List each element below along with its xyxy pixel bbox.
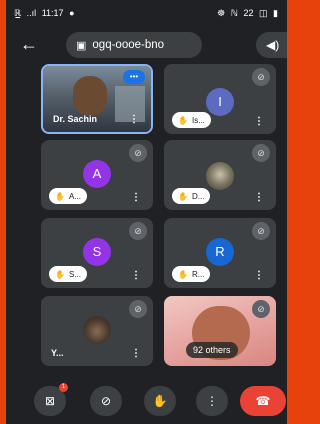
- more-vert-icon[interactable]: ⋮: [254, 116, 264, 127]
- avatar: A: [83, 160, 111, 188]
- sim-icon: ℝ̲: [14, 8, 22, 18]
- top-bar: ← ▣ ogq-oooe-bno ◀): [6, 30, 287, 58]
- participant-tile[interactable]: ⊘ ✋ D... ⋮: [164, 140, 276, 210]
- more-vert-icon[interactable]: ⋮: [254, 192, 264, 203]
- name-pill: ✋ D...: [172, 188, 211, 204]
- mic-off-icon: ⊘: [252, 68, 270, 86]
- end-call-icon: ☎: [255, 394, 271, 408]
- raise-hand-icon: ✋: [178, 269, 188, 279]
- mic-toggle-button[interactable]: ⊘: [90, 386, 122, 416]
- avatar: R: [206, 238, 234, 266]
- meeting-code: ogq-oooe-bno: [92, 39, 165, 51]
- name-pill: ✋ Is...: [172, 112, 211, 128]
- speaking-indicator-icon: •••: [123, 70, 145, 84]
- name-pill: ✋ A...: [49, 188, 87, 204]
- signal-icon: ..ıl: [26, 8, 37, 18]
- profile-photo: [83, 316, 111, 344]
- mic-off-icon: ⊘: [129, 222, 147, 240]
- arrow-back-icon: ←: [20, 34, 38, 54]
- status-left: ℝ̲ ..ıl 11:17 ●: [14, 8, 78, 26]
- mic-off-icon: ⊘: [100, 394, 112, 408]
- mic-off-icon: ⊘: [252, 300, 270, 318]
- audio-output-button[interactable]: ◀): [256, 32, 287, 58]
- back-button[interactable]: ←: [16, 32, 42, 58]
- participant-tile[interactable]: ⊘ Y... ⋮: [41, 296, 153, 366]
- alarm-icon: ☸: [217, 8, 226, 18]
- more-vert-icon[interactable]: ⋮: [131, 348, 141, 359]
- participant-tile[interactable]: ••• Dr. Sachin ⋮: [41, 64, 153, 134]
- raise-hand-icon: ✋: [55, 269, 65, 279]
- camera-toggle-button[interactable]: ⊠ 1: [34, 383, 68, 416]
- others-count: 92 others: [186, 342, 238, 358]
- call-controls: ⊠ 1 ⊘ ✋ ⋮ ☎: [6, 380, 287, 424]
- participant-tile[interactable]: ⊘ A ✋ A... ⋮: [41, 140, 153, 210]
- avatar: I: [206, 88, 234, 116]
- profile-photo: [206, 162, 234, 190]
- network-icon: ℕ: [230, 8, 238, 18]
- raise-hand-icon: ✋: [55, 191, 65, 201]
- more-vert-icon[interactable]: ⋮: [131, 192, 141, 203]
- notification-icon: ●: [69, 8, 75, 18]
- participant-name: R...: [191, 269, 205, 279]
- mic-off-icon: ⊘: [252, 222, 270, 240]
- meeting-code-chip[interactable]: ▣ ogq-oooe-bno: [66, 32, 202, 58]
- mic-off-icon: ⊘: [129, 144, 147, 162]
- participant-name: S...: [68, 269, 81, 279]
- mic-off-icon: ⊘: [129, 300, 147, 318]
- participant-tile[interactable]: ⊘ I ✋ Is... ⋮: [164, 64, 276, 134]
- participant-name: A...: [68, 191, 81, 201]
- mic-off-icon: ⊘: [252, 144, 270, 162]
- battery-icon: ▮: [273, 8, 278, 18]
- speaker-icon: ◀): [266, 38, 280, 52]
- more-vert-icon[interactable]: ⋮: [254, 270, 264, 281]
- participant-name: Dr. Sachin: [53, 114, 98, 124]
- more-vert-icon[interactable]: ⋮: [129, 114, 139, 125]
- participant-tile[interactable]: ⊘ R ✋ R... ⋮: [164, 218, 276, 288]
- raise-hand-button[interactable]: ✋: [144, 386, 176, 416]
- camera-off-icon: ⊠: [44, 394, 56, 408]
- name-pill: ✋ S...: [49, 266, 87, 282]
- participant-name: Is...: [191, 115, 205, 125]
- more-vert-icon: ⋮: [206, 394, 218, 408]
- participant-name: D...: [191, 191, 205, 201]
- battery-level: 22: [243, 8, 254, 18]
- participant-tile[interactable]: ⊘ S ✋ S... ⋮: [41, 218, 153, 288]
- name-pill: ✋ R...: [172, 266, 211, 282]
- notification-badge: 1: [59, 383, 68, 392]
- status-right: ☸ ℕ 22 ◫ ▮: [217, 8, 281, 26]
- others-tile[interactable]: ⊘ 92 others: [164, 296, 276, 366]
- end-call-button[interactable]: ☎: [240, 386, 286, 416]
- more-vert-icon[interactable]: ⋮: [131, 270, 141, 281]
- meet-screen: ℝ̲ ..ıl 11:17 ● ☸ ℕ 22 ◫ ▮ ← ▣ ogq-oooe-…: [6, 0, 287, 424]
- status-bar: ℝ̲ ..ıl 11:17 ● ☸ ℕ 22 ◫ ▮: [6, 0, 287, 26]
- calendar-icon: ▣: [76, 39, 87, 52]
- raise-hand-icon: ✋: [178, 191, 188, 201]
- vibrate-icon: ◫: [259, 8, 268, 18]
- participant-name: Y...: [51, 348, 64, 358]
- more-options-button[interactable]: ⋮: [196, 386, 228, 416]
- raise-hand-icon: ✋: [178, 115, 188, 125]
- clock: 11:17: [41, 8, 64, 18]
- avatar: S: [83, 238, 111, 266]
- raise-hand-icon: ✋: [152, 394, 168, 408]
